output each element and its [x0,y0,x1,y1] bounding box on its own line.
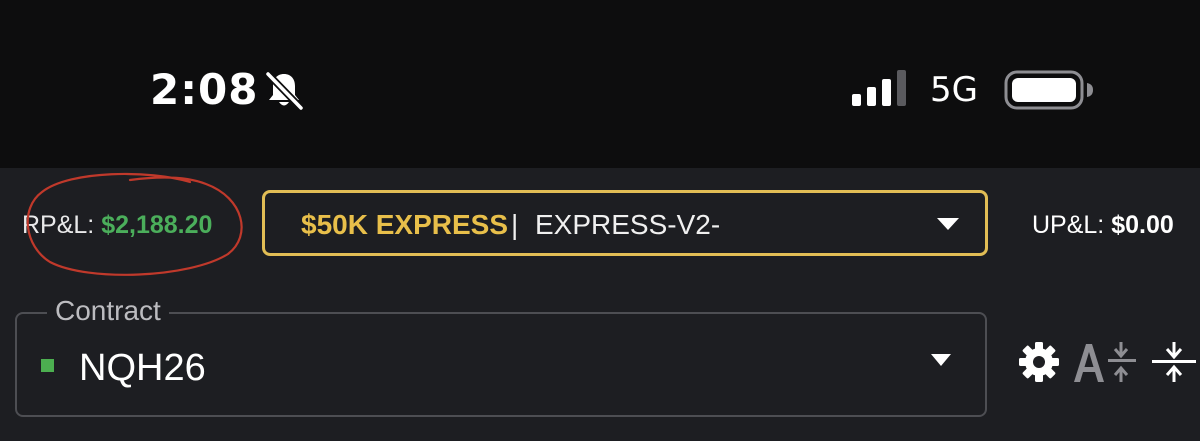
gear-icon[interactable] [1018,341,1060,383]
account-separator: | [511,209,519,240]
status-bar: 2:08 5G [0,0,1200,168]
unrealized-pnl-value: $0.00 [1111,211,1174,239]
unrealized-pnl: UP&L: $0.00 [1032,210,1174,240]
account-selector[interactable]: $50K EXPRESS | EXPRESS-V2- [262,190,988,256]
realized-pnl-value: $2,188.20 [101,211,213,239]
pnl-header: RP&L: $2,188.20 $50K EXPRESS | EXPRESS-V… [0,168,1200,280]
status-time: 2:08 [150,65,259,114]
account-name: $50K EXPRESS [301,209,508,240]
bell-slash-icon [265,71,304,111]
text-size-icon[interactable] [1072,340,1138,384]
contract-label: Contract [47,294,169,328]
chevron-down-icon [937,218,959,230]
chevron-down-icon [931,354,951,366]
contract-status-indicator [41,359,54,372]
compact-rows-icon[interactable] [1150,340,1198,384]
account-id: EXPRESS-V2- [535,209,721,240]
realized-pnl-label: RP&L: [22,211,95,239]
contract-select[interactable]: Contract NQH26 [15,294,987,417]
unrealized-pnl-label: UP&L: [1032,211,1105,239]
contract-value: NQH26 [79,347,206,389]
network-type: 5G [930,70,978,110]
app-screen: 2:08 5G RP&L: $2,188.20 $50K EXPRESS | E… [0,0,1200,441]
cellular-signal-icon [852,70,906,106]
realized-pnl: RP&L: $2,188.20 [22,210,212,240]
battery-icon [1004,70,1093,110]
